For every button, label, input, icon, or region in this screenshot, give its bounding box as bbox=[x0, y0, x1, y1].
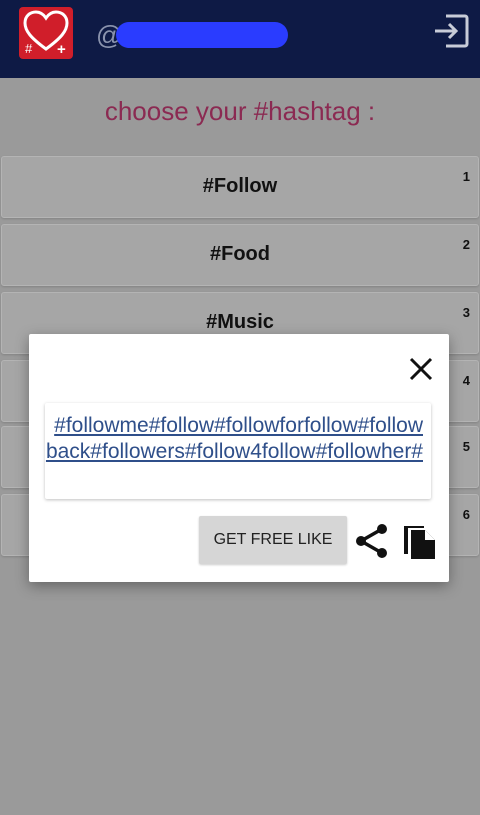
hashtag-dialog: #followme#follow#followforfollow#followb… bbox=[29, 334, 449, 582]
logo-hash: # bbox=[25, 41, 33, 56]
hashtag-item-number: 2 bbox=[462, 237, 470, 252]
hashtag-item-number: 5 bbox=[462, 439, 470, 454]
share-icon[interactable] bbox=[353, 522, 391, 560]
copy-icon[interactable] bbox=[402, 520, 438, 560]
redaction-mark bbox=[116, 22, 288, 48]
hashtag-item-1[interactable]: #Follow 1 bbox=[1, 156, 479, 218]
logo-plus: + bbox=[57, 41, 66, 58]
page-title: choose your #hashtag : bbox=[104, 96, 376, 126]
get-free-like-button[interactable]: GET FREE LIKE bbox=[199, 516, 347, 564]
exit-icon[interactable] bbox=[432, 12, 470, 50]
top-bar: # + @ bbox=[0, 0, 480, 78]
hashtag-item-label: #Follow bbox=[202, 175, 278, 197]
hashtag-text-box[interactable]: #followme#follow#followforfollow#followb… bbox=[45, 403, 431, 499]
hashtag-item-number: 6 bbox=[462, 507, 470, 522]
hashtag-text[interactable]: #followme#follow#followforfollow#followb… bbox=[43, 413, 423, 465]
hashtag-item-number: 3 bbox=[462, 305, 470, 320]
hashtag-item-2[interactable]: #Food 2 bbox=[1, 224, 479, 286]
close-icon[interactable] bbox=[406, 354, 436, 384]
hashtag-item-label: #Music bbox=[206, 311, 274, 333]
hashtag-item-number: 1 bbox=[462, 169, 470, 184]
app-logo: # + bbox=[19, 7, 73, 59]
hashtag-item-label: #Food bbox=[210, 243, 270, 265]
hashtag-item-number: 4 bbox=[462, 373, 470, 388]
